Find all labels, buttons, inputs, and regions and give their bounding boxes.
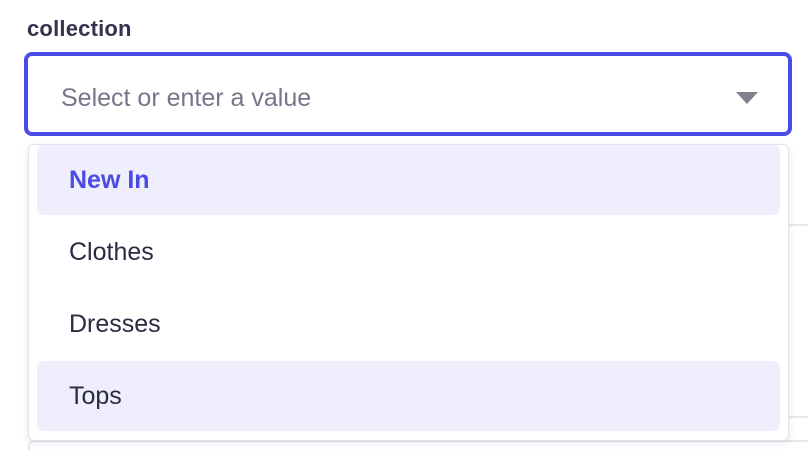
option-clothes[interactable]: Clothes [37, 217, 780, 287]
dropdown-menu: New In Clothes Dresses Tops [28, 144, 789, 441]
option-label: Dresses [69, 309, 161, 338]
background-field [28, 440, 808, 450]
option-dresses[interactable]: Dresses [37, 289, 780, 359]
option-new-in[interactable]: New In [37, 145, 780, 215]
option-tops[interactable]: Tops [37, 361, 780, 431]
field-label: collection [27, 16, 132, 41]
select-placeholder: Select or enter a value [61, 84, 312, 112]
collection-select[interactable]: Select or enter a value [24, 52, 792, 136]
option-label: New In [69, 165, 150, 194]
option-label: Clothes [69, 237, 154, 266]
chevron-down-icon[interactable] [736, 92, 758, 104]
page: collection Select or enter a value New I… [0, 0, 808, 450]
option-label: Tops [69, 381, 122, 410]
